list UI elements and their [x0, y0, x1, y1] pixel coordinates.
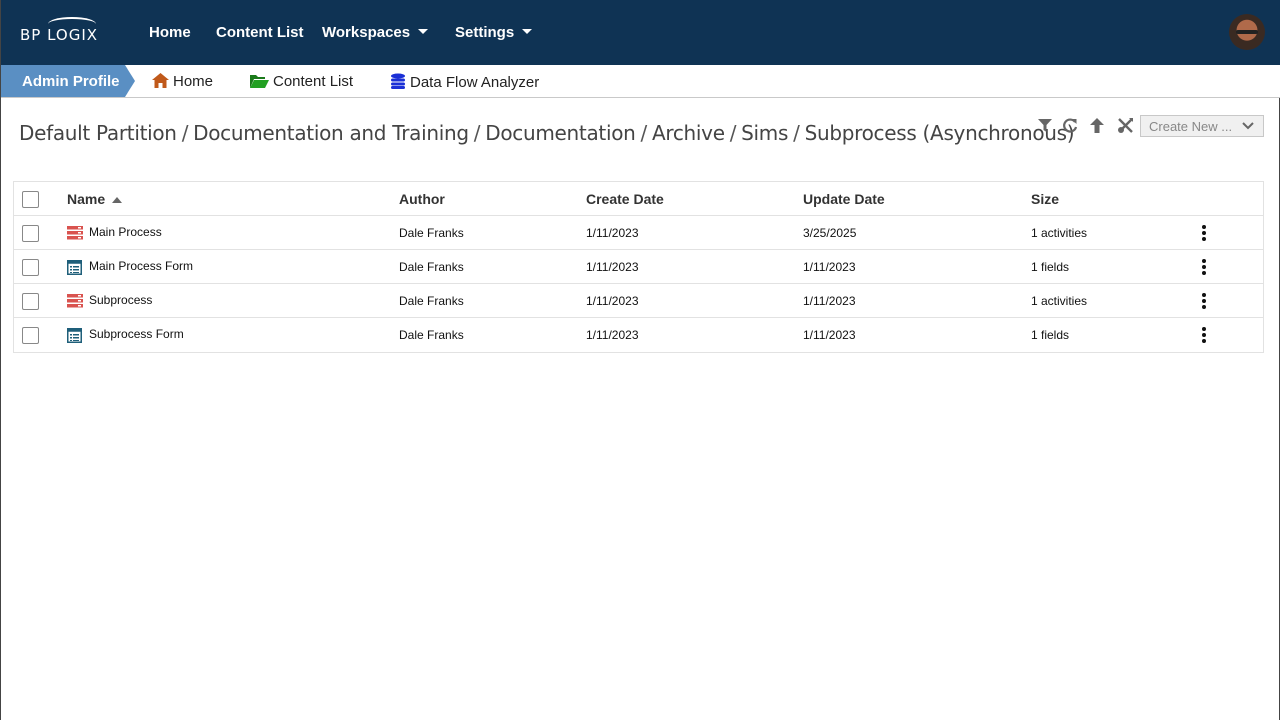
nav-home[interactable]: Home	[149, 24, 191, 41]
shortcut-data-flow-analyzer[interactable]: Data Flow Analyzer	[390, 73, 539, 93]
sort-ascending-icon	[112, 197, 123, 203]
form-icon	[67, 328, 83, 343]
table-row[interactable]: Subprocess Form Dale Franks 1/11/2023 1/…	[14, 318, 1263, 352]
select-all-checkbox[interactable]	[22, 191, 39, 208]
breadcrumb: Default Partition / Documentation and Trai…	[19, 121, 1075, 145]
row-update-date: 1/11/2023	[803, 328, 856, 342]
chevron-down-icon	[1242, 122, 1254, 130]
admin-profile-label: Admin Profile	[22, 73, 120, 90]
breadcrumb-separator: /	[181, 121, 189, 145]
profile-bar: Admin Profile Home Content List Data Flo…	[1, 65, 1280, 98]
shortcut-content-list[interactable]: Content List	[250, 73, 353, 92]
tools-icon[interactable]	[1116, 117, 1136, 137]
create-new-label: Create New ...	[1149, 119, 1233, 134]
nav-settings-label: Settings	[455, 24, 515, 41]
breadcrumb-item[interactable]: Default Partition	[19, 121, 177, 145]
chevron-down-icon	[418, 28, 429, 34]
shortcut-data-flow-analyzer-label: Data Flow Analyzer	[410, 74, 540, 91]
row-size: 1 fields	[1031, 328, 1070, 342]
nav-home-label: Home	[149, 24, 191, 41]
table-header-row: Name Author Create Date Update Date Size	[14, 182, 1263, 216]
form-icon	[67, 260, 83, 275]
row-size: 1 activities	[1031, 294, 1088, 308]
table-row[interactable]: Main Process Dale Franks 1/11/2023 3/25/…	[14, 216, 1263, 250]
row-author: Dale Franks	[399, 260, 464, 274]
process-icon	[67, 294, 83, 309]
column-header-name[interactable]: Name	[67, 182, 123, 216]
nav-workspaces[interactable]: Workspaces	[322, 24, 429, 41]
breadcrumb-separator: /	[729, 121, 737, 145]
breadcrumb-separator: /	[793, 121, 800, 145]
row-author: Dale Franks	[399, 226, 464, 240]
table-row[interactable]: Subprocess Dale Franks 1/11/2023 1/11/20…	[14, 284, 1263, 318]
top-navbar: BP LOGIX Home Content List Workspaces Se…	[1, 0, 1280, 65]
nav-content-list[interactable]: Content List	[216, 24, 304, 41]
nav-workspaces-label: Workspaces	[322, 24, 411, 41]
row-more-icon[interactable]	[1198, 293, 1210, 309]
breadcrumb-item[interactable]: Documentation and Training	[193, 121, 469, 145]
column-name-label: Name	[67, 191, 106, 207]
column-header-author[interactable]: Author	[399, 182, 445, 216]
row-author: Dale Franks	[399, 294, 464, 308]
row-more-icon[interactable]	[1198, 259, 1210, 275]
nav-content-list-label: Content List	[216, 24, 304, 41]
breadcrumb-item[interactable]: Sims	[741, 121, 788, 145]
row-more-icon[interactable]	[1198, 327, 1210, 343]
row-size: 1 activities	[1031, 226, 1088, 240]
row-create-date: 1/11/2023	[586, 328, 639, 342]
row-create-date: 1/11/2023	[586, 226, 639, 240]
row-create-date: 1/11/2023	[586, 260, 639, 274]
row-checkbox[interactable]	[22, 259, 39, 276]
row-more-icon[interactable]	[1198, 225, 1210, 241]
row-update-date: 3/25/2025	[803, 226, 857, 240]
row-author: Dale Franks	[399, 328, 464, 342]
breadcrumb-current: Subprocess (Asynchronous)	[804, 121, 1075, 145]
chevron-down-icon	[522, 28, 533, 34]
row-update-date: 1/11/2023	[803, 260, 856, 274]
folder-open-icon	[250, 74, 269, 92]
admin-profile-tab[interactable]: Admin Profile	[1, 65, 135, 97]
breadcrumb-item[interactable]: Documentation	[485, 121, 636, 145]
content-table: Name Author Create Date Update Date Size…	[13, 181, 1264, 353]
filter-icon[interactable]	[1036, 117, 1056, 137]
user-avatar[interactable]	[1229, 14, 1265, 50]
row-name-link[interactable]: Subprocess	[89, 284, 152, 318]
breadcrumb-separator: /	[640, 121, 648, 145]
column-header-update-date[interactable]: Update Date	[803, 182, 885, 216]
column-header-create-date[interactable]: Create Date	[586, 182, 664, 216]
row-checkbox[interactable]	[22, 293, 39, 310]
row-name-link[interactable]: Main Process	[89, 216, 162, 250]
breadcrumb-item[interactable]: Archive	[652, 121, 725, 145]
refresh-icon[interactable]	[1061, 117, 1081, 137]
shortcut-home[interactable]: Home	[152, 73, 213, 92]
row-checkbox[interactable]	[22, 225, 39, 242]
shortcut-home-label: Home	[173, 73, 214, 90]
process-icon	[67, 226, 83, 241]
row-create-date: 1/11/2023	[586, 294, 639, 308]
row-name-link[interactable]: Subprocess Form	[89, 318, 184, 352]
database-icon	[390, 73, 406, 93]
house-icon	[152, 73, 169, 92]
row-name-link[interactable]: Main Process Form	[89, 250, 193, 284]
row-size: 1 fields	[1031, 260, 1070, 274]
create-new-dropdown[interactable]: Create New ...	[1140, 115, 1264, 137]
logo-text: BP LOGIX	[20, 26, 99, 44]
row-update-date: 1/11/2023	[803, 294, 856, 308]
shortcut-content-list-label: Content List	[273, 73, 354, 90]
row-checkbox[interactable]	[22, 327, 39, 344]
table-row[interactable]: Main Process Form Dale Franks 1/11/2023 …	[14, 250, 1263, 284]
nav-settings[interactable]: Settings	[455, 24, 533, 41]
up-arrow-icon[interactable]	[1088, 117, 1108, 137]
breadcrumb-separator: /	[473, 121, 481, 145]
column-header-size[interactable]: Size	[1031, 182, 1059, 216]
